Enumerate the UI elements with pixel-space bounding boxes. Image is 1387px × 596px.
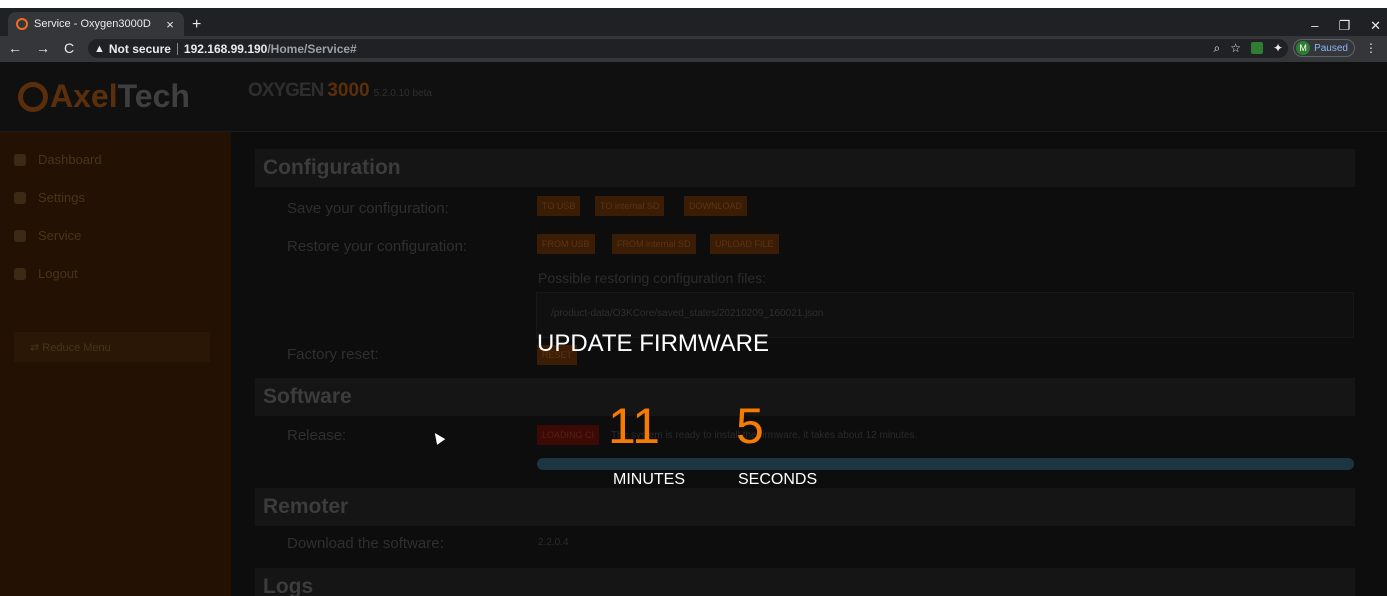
factory-reset-label: Factory reset: xyxy=(287,346,379,363)
sidebar-item-dashboard[interactable]: Dashboard xyxy=(14,152,102,167)
logs-heading: Logs xyxy=(255,568,1355,596)
sidebar-item-label: Logout xyxy=(38,266,78,281)
app-header: Axel Tech OXYGEN 3000 5.2.0.10 beta xyxy=(0,62,1387,132)
browser-tab[interactable]: Service - Oxygen3000D × xyxy=(8,12,184,36)
release-label: Release: xyxy=(287,427,347,444)
profile-status: Paused xyxy=(1314,42,1348,54)
configuration-heading: Configuration xyxy=(255,149,1355,187)
remoter-heading: Remoter xyxy=(255,488,1355,526)
logo-axel: Axel xyxy=(50,78,118,114)
avatar: M xyxy=(1296,41,1311,55)
from-internal-sd-button[interactable]: FROM internal SD xyxy=(612,234,696,254)
app-page: Axel Tech OXYGEN 3000 5.2.0.10 beta Dash… xyxy=(0,62,1387,596)
sidebar-item-label: Service xyxy=(38,228,82,243)
reload-icon[interactable]: C xyxy=(64,40,74,56)
logout-icon xyxy=(14,267,26,280)
axeltech-logo[interactable]: Axel Tech xyxy=(18,78,190,115)
tab-close-icon[interactable]: × xyxy=(162,17,178,32)
to-usb-button[interactable]: TO USB xyxy=(537,196,581,216)
dashboard-icon xyxy=(14,153,26,166)
browser-toolbar: ⌕ ☆ ✦ M Paused ⋮ xyxy=(1214,39,1377,57)
seconds-label: SECONDS xyxy=(738,471,818,488)
extension-icon[interactable] xyxy=(1251,42,1264,54)
sidebar-item-label: Settings xyxy=(38,190,85,205)
product-version: 5.2.0.10 beta xyxy=(373,88,432,99)
seconds-countdown: 5 xyxy=(736,398,764,454)
restore-config-label: Restore your configuration: xyxy=(287,238,468,255)
remoter-version[interactable]: 2.2.0.4 xyxy=(538,537,569,548)
url-field[interactable]: ▲ Not secure 192.168.99.190 /Home/Servic… xyxy=(88,39,1288,58)
url-host: 192.168.99.190 xyxy=(183,41,268,56)
config-file-path[interactable]: /product-data/O3KCore/saved_states/20210… xyxy=(551,308,823,319)
minutes-label: MINUTES xyxy=(613,471,685,488)
gears-icon xyxy=(14,191,26,204)
to-internal-sd-button[interactable]: TO internal SD xyxy=(595,196,665,216)
puzzle-icon[interactable]: ✦ xyxy=(1273,41,1283,55)
save-config-label: Save your configuration: xyxy=(287,200,449,217)
product-number: 3000 xyxy=(327,80,370,101)
zoom-icon[interactable]: ⌕ xyxy=(1214,41,1221,56)
ambulance-icon xyxy=(14,229,26,242)
menu-icon[interactable]: ⋮ xyxy=(1365,41,1377,55)
minimize-button[interactable]: – xyxy=(1311,18,1318,34)
star-icon[interactable]: ☆ xyxy=(1230,41,1241,55)
logo-tech: Tech xyxy=(117,78,190,114)
product-title: OXYGEN 3000 5.2.0.10 beta xyxy=(248,80,432,102)
new-tab-button[interactable]: + xyxy=(192,17,201,33)
forward-icon[interactable]: → xyxy=(36,40,50,56)
download-button[interactable]: DOWNLOAD xyxy=(684,196,748,216)
browser-tab-bar: Service - Oxygen3000D × + – ❐ ✕ xyxy=(0,8,1387,36)
upload-file-button[interactable]: UPLOAD FILE xyxy=(710,234,779,254)
logo-ring-icon xyxy=(18,81,48,112)
close-window-button[interactable]: ✕ xyxy=(1370,18,1381,34)
warning-icon: ▲ xyxy=(94,42,105,55)
favicon-icon xyxy=(16,18,28,30)
restore-button[interactable]: ❐ xyxy=(1338,18,1350,34)
browser-address-bar: ← → C ▲ Not secure 192.168.99.190 /Home/… xyxy=(0,36,1387,63)
product-name: OXYGEN xyxy=(248,80,324,101)
minutes-countdown: 11 xyxy=(608,398,660,454)
url-path: /Home/Service# xyxy=(267,41,357,56)
cropped-top-strip xyxy=(0,0,1387,8)
sidebar: Dashboard Settings Service Logout ⇄ Redu… xyxy=(0,132,231,596)
from-usb-button[interactable]: FROM USB xyxy=(537,234,595,254)
sidebar-item-service[interactable]: Service xyxy=(14,228,81,243)
software-heading: Software xyxy=(255,378,1355,416)
sidebar-item-label: Dashboard xyxy=(38,152,102,167)
reduce-menu-button[interactable]: ⇄ Reduce Menu xyxy=(14,332,210,362)
firmware-progress-bar xyxy=(537,458,1354,470)
update-firmware-title: UPDATE FIRMWARE xyxy=(537,330,769,357)
sidebar-item-logout[interactable]: Logout xyxy=(14,266,78,281)
back-icon[interactable]: ← xyxy=(8,40,22,56)
security-label: Not secure xyxy=(108,41,171,56)
profile-button[interactable]: M Paused xyxy=(1293,39,1355,57)
possible-files-label: Possible restoring configuration files: xyxy=(538,270,767,286)
nav-buttons: ← → C xyxy=(8,40,74,56)
loading-button[interactable]: LOADING CI xyxy=(537,425,600,445)
main-content: Configuration Save your configuration: T… xyxy=(231,132,1387,596)
url-divider xyxy=(176,42,178,55)
download-software-label: Download the software: xyxy=(287,535,444,552)
window-controls: – ❐ ✕ xyxy=(1311,18,1381,34)
sidebar-item-settings[interactable]: Settings xyxy=(14,190,85,205)
tab-title: Service - Oxygen3000D xyxy=(34,18,151,30)
